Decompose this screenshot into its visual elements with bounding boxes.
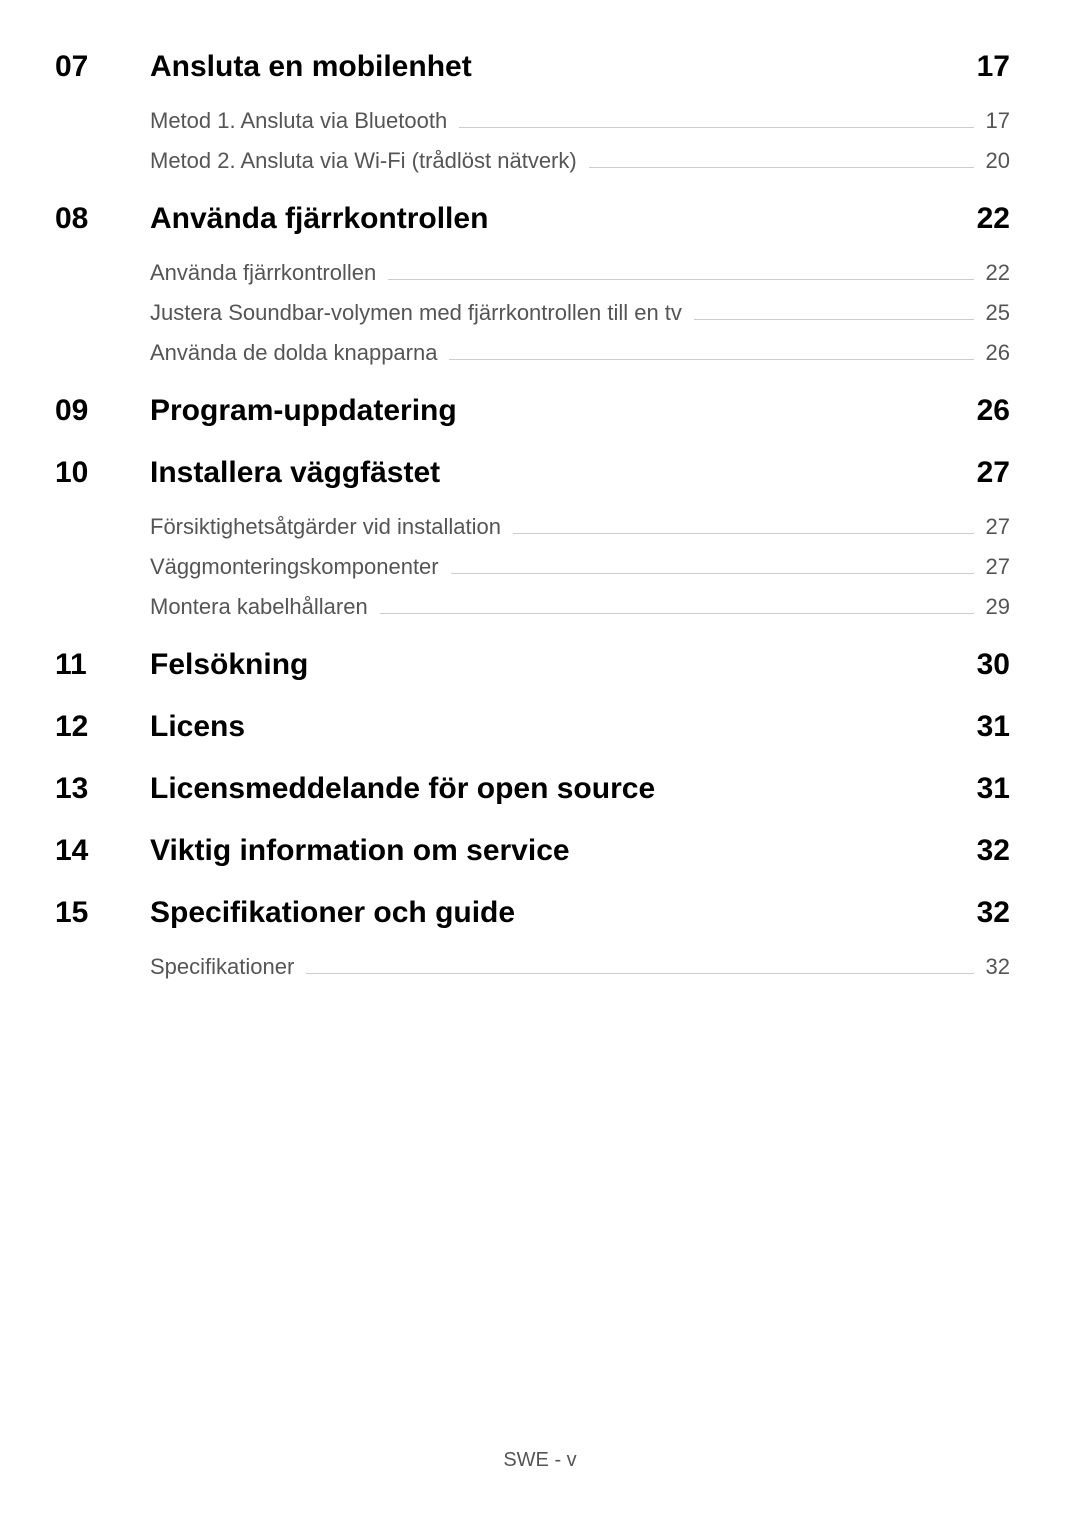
leader-line <box>459 127 973 128</box>
section-number: 14 <box>55 834 150 868</box>
leader-line <box>449 359 973 360</box>
subitem-title: Metod 1. Ansluta via Bluetooth <box>150 108 447 134</box>
subitem-title: Justera Soundbar-volymen med fjärrkontro… <box>150 300 682 326</box>
subitem-page: 29 <box>986 594 1010 620</box>
toc-content: 07 Ansluta en mobilenhet 17 Metod 1. Ans… <box>0 0 1080 980</box>
section-title: Viktig information om service <box>150 834 957 868</box>
section-number: 11 <box>55 648 150 682</box>
section-number: 09 <box>55 394 150 428</box>
toc-section-header: 13 Licensmeddelande för open source 31 <box>55 772 1010 806</box>
section-number: 10 <box>55 456 150 490</box>
section-page: 26 <box>977 394 1010 428</box>
toc-section: 07 Ansluta en mobilenhet 17 Metod 1. Ans… <box>55 50 1010 174</box>
leader-line <box>451 573 974 574</box>
section-number: 07 <box>55 50 150 84</box>
toc-subitem: Använda fjärrkontrollen 22 <box>150 260 1010 286</box>
subitem-page: 25 <box>986 300 1010 326</box>
section-number: 13 <box>55 772 150 806</box>
section-page: 31 <box>977 710 1010 744</box>
toc-section: 14 Viktig information om service 32 <box>55 834 1010 868</box>
section-page: 32 <box>977 834 1010 868</box>
toc-section: 09 Program-uppdatering 26 <box>55 394 1010 428</box>
section-page: 32 <box>977 896 1010 930</box>
subitem-title: Specifikationer <box>150 954 294 980</box>
leader-line <box>380 613 974 614</box>
section-page: 17 <box>977 50 1010 84</box>
section-title: Installera väggfästet <box>150 456 957 490</box>
leader-line <box>388 279 973 280</box>
subitem-page: 26 <box>986 340 1010 366</box>
leader-line <box>306 973 973 974</box>
section-title: Specifikationer och guide <box>150 896 957 930</box>
subitem-page: 27 <box>986 554 1010 580</box>
toc-section: 13 Licensmeddelande för open source 31 <box>55 772 1010 806</box>
toc-subitem: Specifikationer 32 <box>150 954 1010 980</box>
section-page: 22 <box>977 202 1010 236</box>
subitem-title: Metod 2. Ansluta via Wi-Fi (trådlöst nät… <box>150 148 577 174</box>
toc-section-header: 07 Ansluta en mobilenhet 17 <box>55 50 1010 84</box>
subitem-title: Montera kabelhållaren <box>150 594 368 620</box>
toc-section: 11 Felsökning 30 <box>55 648 1010 682</box>
subitems: Metod 1. Ansluta via Bluetooth 17 Metod … <box>55 108 1010 174</box>
toc-subitem: Metod 1. Ansluta via Bluetooth 17 <box>150 108 1010 134</box>
section-title: Använda fjärrkontrollen <box>150 202 957 236</box>
subitem-page: 32 <box>986 954 1010 980</box>
subitem-title: Använda fjärrkontrollen <box>150 260 376 286</box>
subitems: Specifikationer 32 <box>55 954 1010 980</box>
page-footer: SWE - v <box>0 1449 1080 1472</box>
toc-section-header: 12 Licens 31 <box>55 710 1010 744</box>
toc-section-header: 10 Installera väggfästet 27 <box>55 456 1010 490</box>
subitem-title: Väggmonteringskomponenter <box>150 554 439 580</box>
section-page: 27 <box>977 456 1010 490</box>
toc-subitem: Väggmonteringskomponenter 27 <box>150 554 1010 580</box>
section-page: 30 <box>977 648 1010 682</box>
section-number: 15 <box>55 896 150 930</box>
toc-subitem: Justera Soundbar-volymen med fjärrkontro… <box>150 300 1010 326</box>
section-title: Ansluta en mobilenhet <box>150 50 957 84</box>
section-page: 31 <box>977 772 1010 806</box>
toc-section: 08 Använda fjärrkontrollen 22 Använda fj… <box>55 202 1010 366</box>
section-title: Program-uppdatering <box>150 394 957 428</box>
leader-line <box>694 319 974 320</box>
toc-section-header: 08 Använda fjärrkontrollen 22 <box>55 202 1010 236</box>
leader-line <box>589 167 974 168</box>
subitem-title: Använda de dolda knapparna <box>150 340 437 366</box>
subitem-title: Försiktighetsåtgärder vid installation <box>150 514 501 540</box>
toc-subitem: Metod 2. Ansluta via Wi-Fi (trådlöst nät… <box>150 148 1010 174</box>
toc-section-header: 15 Specifikationer och guide 32 <box>55 896 1010 930</box>
section-title: Felsökning <box>150 648 957 682</box>
section-title: Licensmeddelande för open source <box>150 772 957 806</box>
subitems: Använda fjärrkontrollen 22 Justera Sound… <box>55 260 1010 366</box>
subitem-page: 22 <box>986 260 1010 286</box>
toc-section: 12 Licens 31 <box>55 710 1010 744</box>
subitems: Försiktighetsåtgärder vid installation 2… <box>55 514 1010 620</box>
leader-line <box>513 533 974 534</box>
toc-section-header: 11 Felsökning 30 <box>55 648 1010 682</box>
section-number: 08 <box>55 202 150 236</box>
toc-subitem: Använda de dolda knapparna 26 <box>150 340 1010 366</box>
subitem-page: 20 <box>986 148 1010 174</box>
subitem-page: 27 <box>986 514 1010 540</box>
section-title: Licens <box>150 710 957 744</box>
toc-subitem: Försiktighetsåtgärder vid installation 2… <box>150 514 1010 540</box>
toc-subitem: Montera kabelhållaren 29 <box>150 594 1010 620</box>
toc-section-header: 09 Program-uppdatering 26 <box>55 394 1010 428</box>
toc-section: 10 Installera väggfästet 27 Försiktighet… <box>55 456 1010 620</box>
toc-section: 15 Specifikationer och guide 32 Specifik… <box>55 896 1010 980</box>
section-number: 12 <box>55 710 150 744</box>
toc-section-header: 14 Viktig information om service 32 <box>55 834 1010 868</box>
subitem-page: 17 <box>986 108 1010 134</box>
